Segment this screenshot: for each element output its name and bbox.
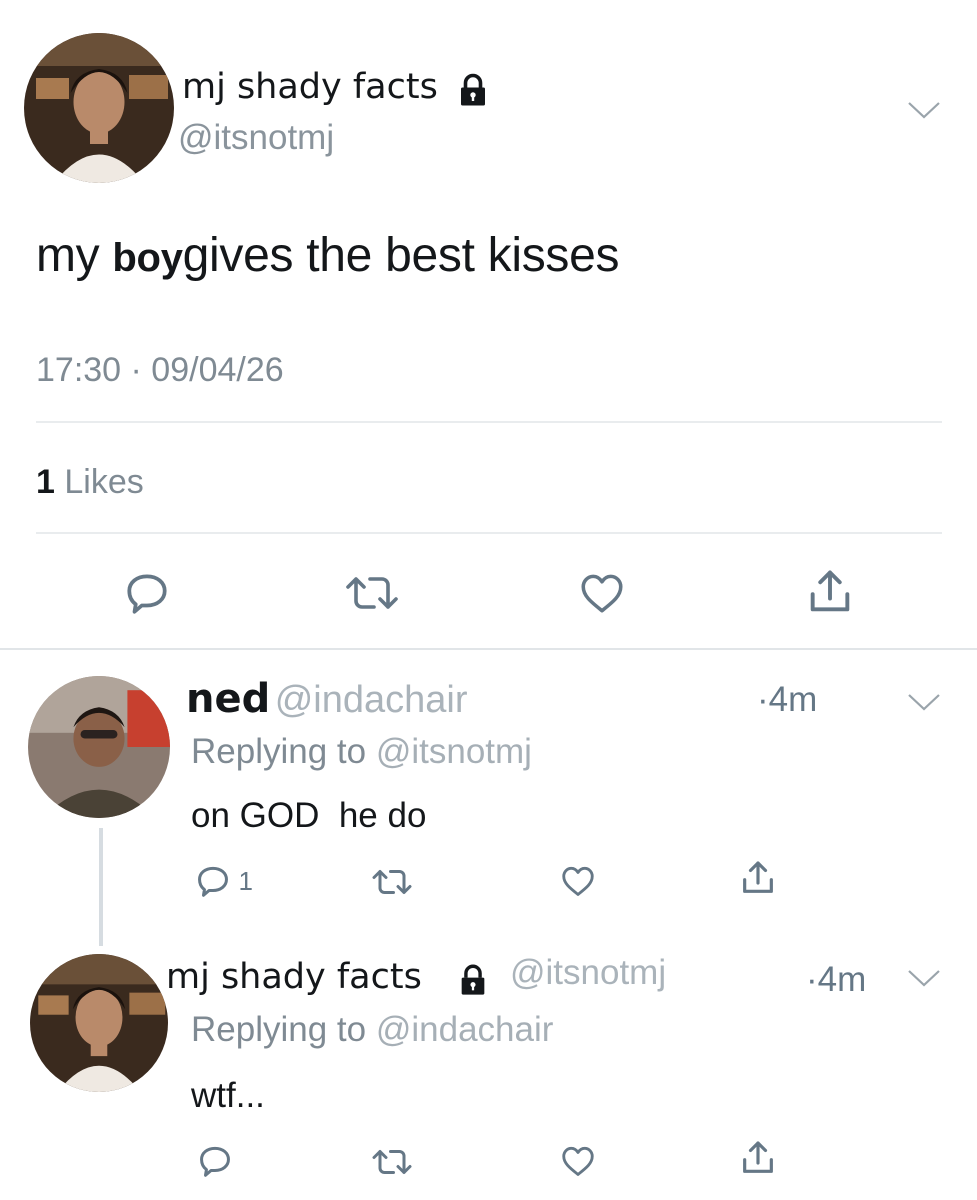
share-icon[interactable]	[738, 858, 778, 898]
share-icon[interactable]	[738, 1138, 778, 1178]
avatar-image	[28, 676, 170, 818]
retweet-icon[interactable]	[368, 1144, 416, 1180]
thread-line	[99, 828, 103, 946]
divider	[0, 648, 977, 650]
handle[interactable]: @indachair	[275, 679, 468, 721]
reply-time: ·4m	[806, 960, 867, 999]
reply-time: ·4m	[757, 680, 818, 719]
chevron-down-icon[interactable]	[906, 966, 942, 990]
retweet-icon[interactable]	[340, 568, 404, 618]
likes-stat[interactable]: 1 Likes	[36, 460, 144, 504]
display-name[interactable]: mj shady facts	[166, 957, 422, 997]
tweet-timestamp: 17:30 · 09/04/26	[36, 351, 284, 389]
handle[interactable]: @itsnotmj	[178, 116, 334, 160]
reply-header: ned @indachair	[186, 674, 468, 725]
reply-icon	[194, 862, 232, 900]
lock-icon	[455, 71, 491, 107]
tweet-text-bold: boy	[112, 236, 183, 280]
tweet-text: my boygives the best kisses	[36, 226, 620, 288]
display-name[interactable]: ned	[186, 676, 270, 722]
avatar[interactable]	[28, 676, 170, 818]
reply-header: mj shady facts	[166, 954, 422, 1000]
reply-count: 1	[238, 865, 253, 896]
reply-action[interactable]: 1	[194, 862, 253, 898]
divider	[36, 421, 942, 423]
replying-prefix: Replying to	[191, 1010, 367, 1049]
tweet-text-end: gives the best kisses	[182, 229, 620, 282]
lock-icon	[456, 962, 490, 996]
avatar[interactable]	[24, 33, 174, 183]
chevron-down-icon[interactable]	[906, 690, 942, 714]
reply-icon[interactable]	[196, 1142, 234, 1180]
like-icon[interactable]	[558, 862, 598, 900]
display-name[interactable]: mj shady facts	[182, 64, 438, 110]
reply-text: on GOD he do	[191, 796, 427, 835]
replying-prefix: Replying to	[191, 732, 367, 771]
divider	[36, 532, 942, 534]
replying-to: Replying to @indachair	[191, 1008, 553, 1052]
retweet-icon[interactable]	[368, 864, 416, 900]
avatar-image	[30, 954, 168, 1092]
like-icon[interactable]	[558, 1142, 598, 1180]
likes-label: Likes	[64, 463, 144, 501]
likes-count: 1	[36, 463, 55, 501]
avatar-image	[24, 33, 174, 183]
tweet-text-start: my	[36, 229, 113, 282]
avatar[interactable]	[30, 954, 168, 1092]
share-icon[interactable]	[804, 566, 856, 618]
chevron-down-icon[interactable]	[906, 98, 942, 122]
handle[interactable]: @itsnotmj	[510, 950, 666, 996]
replying-handle[interactable]: @indachair	[376, 1010, 554, 1049]
reply-text: wtf...	[191, 1076, 265, 1115]
replying-to: Replying to @itsnotmj	[191, 730, 532, 774]
reply-icon[interactable]	[122, 568, 172, 618]
replying-handle[interactable]: @itsnotmj	[376, 732, 532, 771]
like-icon[interactable]	[576, 568, 628, 618]
